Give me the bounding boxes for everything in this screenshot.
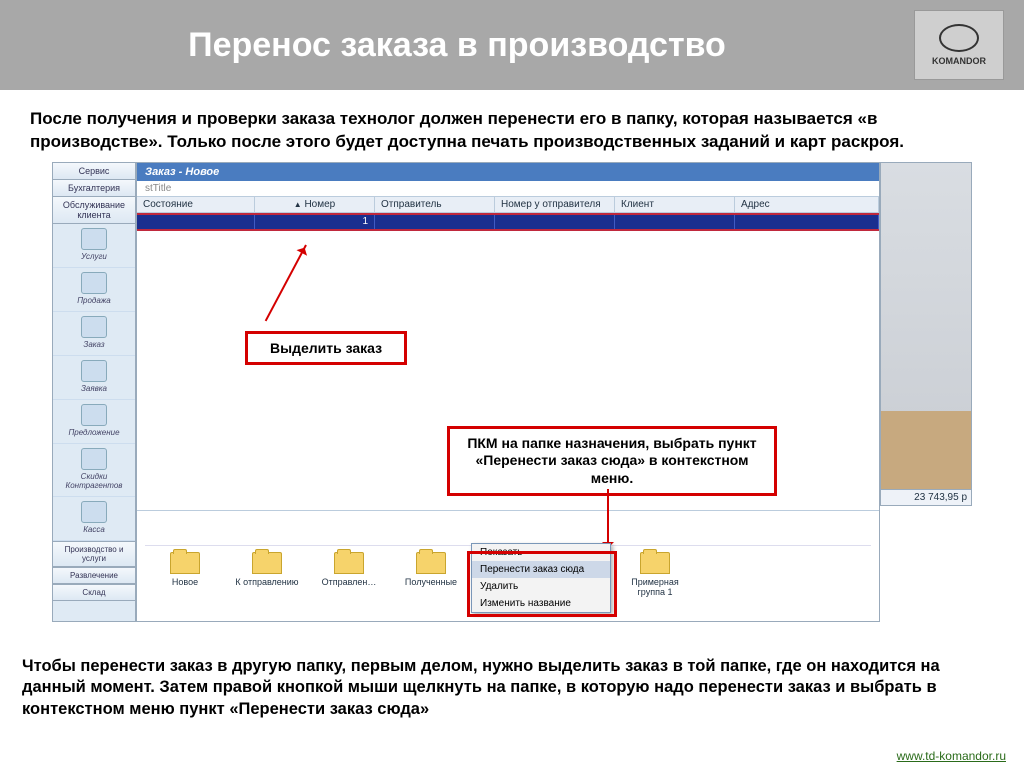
preview-3d (880, 162, 972, 502)
col-sender-number[interactable]: Номер у отправителя (495, 197, 615, 212)
col-number[interactable]: ▲ Номер (255, 197, 375, 212)
col-client[interactable]: Клиент (615, 197, 735, 212)
intro-text: После получения и проверки заказа технол… (0, 90, 1024, 162)
coins-icon (81, 501, 107, 523)
sidebar-section-production[interactable]: Производство и услуги (53, 541, 135, 567)
app-screenshot: Сервис Бухгалтерия Обслуживание клиента … (52, 162, 972, 622)
folder-sample-group[interactable]: Примерная группа 1 (623, 552, 687, 597)
cell-number: 1 (255, 215, 375, 229)
context-menu: Показать Перенести заказ сюда Удалить Из… (471, 543, 611, 613)
folder-icon (640, 552, 670, 574)
footer-link[interactable]: www.td-komandor.ru (897, 749, 1006, 763)
table-row[interactable]: 1 (137, 213, 879, 231)
doc-icon (81, 404, 107, 426)
ctx-show[interactable]: Показать (472, 544, 610, 561)
window-title: Заказ - Новое (137, 163, 879, 181)
col-state[interactable]: Состояние (137, 197, 255, 212)
callout-rmb-folder: ПКМ на папке назначения, выбрать пункт «… (447, 426, 777, 497)
folder-icon (334, 552, 364, 574)
preview-floor (881, 411, 971, 501)
sidebar-tab-accounting[interactable]: Бухгалтерия (53, 180, 135, 197)
sidebar-tab-service[interactable]: Сервис (53, 163, 135, 180)
folder-received[interactable]: Полученные (399, 552, 463, 587)
sidebar-item-sale[interactable]: Продажа (53, 268, 135, 312)
status-price: 23 743,95 р (880, 489, 972, 506)
cell-sender (375, 215, 495, 229)
cell-state (137, 215, 255, 229)
app-sidebar: Сервис Бухгалтерия Обслуживание клиента … (52, 162, 136, 622)
folder-sent[interactable]: Отправлен… (317, 552, 381, 587)
sidebar-item-label: Заказ (55, 340, 133, 349)
brand-logo: KOMANDOR (914, 10, 1004, 80)
grid-body: Выделить заказ ПКМ на папке назначения, … (137, 231, 879, 511)
sidebar-item-label: Предложение (55, 428, 133, 437)
sidebar-item-cash[interactable]: Касса (53, 497, 135, 541)
brand-name: KOMANDOR (932, 56, 986, 66)
folder-icon (170, 552, 200, 574)
sidebar-item-label: Заявка (55, 384, 133, 393)
sidebar-item-request[interactable]: Заявка (53, 356, 135, 400)
folder-to-send[interactable]: К отправлению (235, 552, 299, 587)
sidebar-item-label: Скидки Контрагентов (55, 472, 133, 490)
cell-client (615, 215, 735, 229)
phone-icon (81, 360, 107, 382)
sidebar-section-warehouse[interactable]: Склад (53, 584, 135, 601)
folder-icon (416, 552, 446, 574)
sidebar-item-order[interactable]: Заказ (53, 312, 135, 356)
globe-icon (939, 24, 979, 52)
col-address[interactable]: Адрес (735, 197, 879, 212)
grid-header: Состояние ▲ Номер Отправитель Номер у от… (137, 196, 879, 213)
ctx-move-order-here[interactable]: Перенести заказ сюда (472, 561, 610, 578)
sidebar-item-services[interactable]: Услуги (53, 224, 135, 268)
callout-select-order: Выделить заказ (245, 331, 407, 365)
bag-icon (81, 272, 107, 294)
slide-title: Перенос заказа в производство (0, 26, 914, 65)
calendar-icon (81, 316, 107, 338)
arrow-annotation (607, 489, 609, 551)
sidebar-item-discounts[interactable]: Скидки Контрагентов (53, 444, 135, 497)
tools-icon (81, 228, 107, 250)
sidebar-item-label: Продажа (55, 296, 133, 305)
arrow-annotation (265, 244, 307, 321)
outro-text: Чтобы перенести заказ в другую папку, пе… (22, 656, 1002, 720)
sidebar-section-fun[interactable]: Развлечение (53, 567, 135, 584)
cell-sender-number (495, 215, 615, 229)
folder-new[interactable]: Новое (153, 552, 217, 587)
percent-icon (81, 448, 107, 470)
folder-icon (252, 552, 282, 574)
ctx-delete[interactable]: Удалить (472, 578, 610, 595)
window-subtitle: stTitle (137, 181, 879, 196)
slide-header: Перенос заказа в производство KOMANDOR (0, 0, 1024, 90)
sidebar-item-label: Услуги (55, 252, 133, 261)
sidebar-item-label: Касса (55, 525, 133, 534)
cell-address (735, 215, 879, 229)
app-main: Заказ - Новое stTitle Состояние ▲ Номер … (136, 162, 880, 622)
sidebar-item-offer[interactable]: Предложение (53, 400, 135, 444)
col-sender[interactable]: Отправитель (375, 197, 495, 212)
sidebar-tab-client[interactable]: Обслуживание клиента (53, 197, 135, 224)
ctx-rename[interactable]: Изменить название (472, 595, 610, 612)
